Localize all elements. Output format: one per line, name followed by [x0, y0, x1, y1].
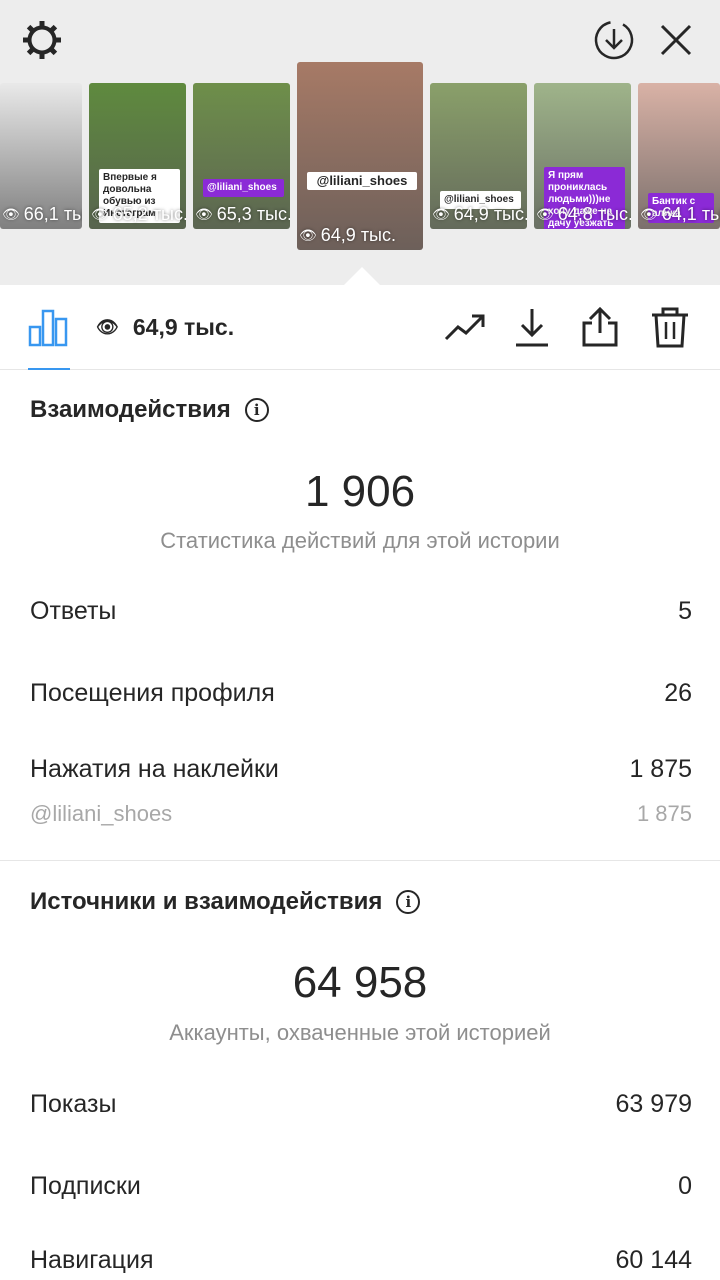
story-thumbnail-selected[interactable]: @liliani_shoes 👁 64,9 тыс.	[297, 62, 423, 250]
story-views: 👁64,1 тыс.	[640, 204, 720, 224]
eye-icon: 👁	[195, 206, 213, 222]
eye-icon: 👁	[299, 227, 317, 243]
gear-icon[interactable]	[20, 18, 64, 62]
eye-icon: 👁	[91, 206, 109, 222]
story-carousel-area: 👁66,1 тыс. Впервые я довольна обувью из …	[0, 0, 720, 287]
story-caption: @liliani_shoes	[203, 179, 284, 197]
insights-toolbar: 👁 64,9 тыс.	[0, 285, 720, 370]
share-icon[interactable]	[576, 303, 624, 351]
close-icon[interactable]	[656, 20, 696, 60]
interactions-total: 1 906	[304, 467, 416, 516]
story-caption: @liliani_shoes	[307, 172, 417, 190]
active-tab-indicator	[28, 368, 70, 370]
stat-row-navigation: Навигация 60 144	[30, 1246, 692, 1274]
bar-chart-icon[interactable]	[24, 303, 72, 351]
interactions-subtitle: Статистика действий для этой истории	[160, 528, 560, 553]
story-views: 👁 65,3 тыс.	[195, 204, 290, 224]
eye-icon: 👁	[432, 206, 450, 222]
stat-row-replies: Ответы 5	[30, 597, 692, 625]
eye-icon: 👁	[536, 206, 554, 222]
story-thumbnail[interactable]: @liliani_shoes 👁 65,3 тыс.	[193, 83, 290, 229]
reach-count: 64,9 тыс.	[132, 313, 235, 340]
info-icon[interactable]: i	[396, 890, 421, 914]
story-views: 👁 65,2 тыс.	[91, 204, 186, 224]
trash-icon[interactable]	[646, 303, 694, 351]
stat-row-impressions: Показы 63 979	[30, 1090, 692, 1118]
eye-icon: 👁	[2, 206, 20, 222]
trending-up-icon[interactable]	[440, 303, 488, 351]
story-views: 👁 64,9 тыс.	[432, 204, 527, 224]
info-icon[interactable]: i	[244, 398, 269, 422]
reach-summary: 👁 64,9 тыс.	[96, 311, 234, 343]
section-divider	[0, 860, 720, 861]
download-icon[interactable]	[508, 303, 556, 351]
stat-row-sticker-taps: Нажатия на наклейки 1 875	[30, 755, 692, 783]
stat-row-profile-visits: Посещения профиля 26	[30, 679, 692, 707]
story-views: 👁 64,8 тыс.	[536, 204, 631, 224]
eye-icon: 👁	[96, 316, 119, 337]
discovery-heading: Источники и взаимодействия i	[30, 888, 421, 916]
eye-icon: 👁	[640, 206, 658, 222]
discovery-total: 64 958	[292, 958, 428, 1007]
story-thumbnail[interactable]: Бантик с алика 👁64,1 тыс.	[638, 83, 720, 229]
story-views: 👁66,1 тыс.	[2, 204, 82, 224]
interactions-heading: Взаимодействия i	[30, 396, 269, 424]
story-thumbnail[interactable]: Впервые я довольна обувью из Инстаграм 👁…	[89, 83, 186, 229]
download-circle-icon[interactable]	[592, 18, 636, 62]
discovery-subtitle: Аккаунты, охваченные этой историей	[169, 1020, 551, 1045]
story-thumbnail[interactable]: Я прям прониклась людьми)))не хочу даже …	[534, 83, 631, 229]
selection-caret	[342, 267, 382, 287]
story-thumbnail[interactable]: 👁66,1 тыс.	[0, 83, 82, 229]
stat-row-follows: Подписки 0	[30, 1172, 692, 1200]
story-views: 👁 64,9 тыс.	[299, 225, 396, 245]
story-thumbnail[interactable]: @liliani_shoes 👁 64,9 тыс.	[430, 83, 527, 229]
stat-row-sticker-detail: @liliani_shoes 1 875	[30, 801, 692, 826]
